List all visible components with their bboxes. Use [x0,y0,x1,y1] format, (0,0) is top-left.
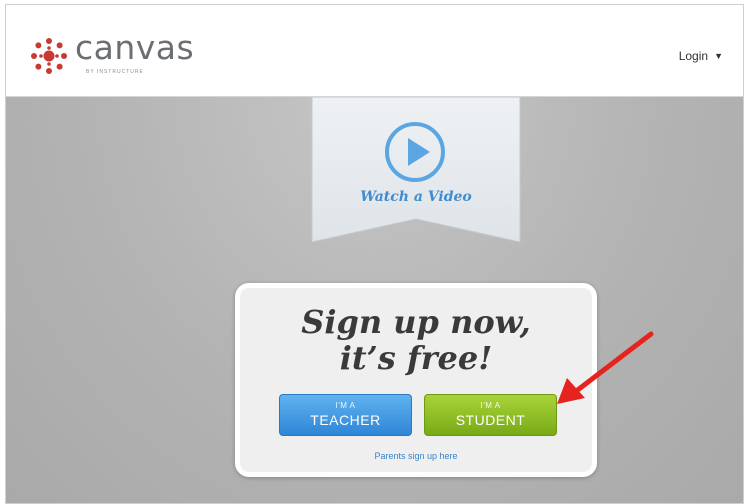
student-button-prefix: I'M A [480,401,501,410]
canvas-logo-icon[interactable] [30,37,68,75]
student-button-label: STUDENT [455,412,526,428]
signup-headline: Sign up now, it’s free! [240,304,592,376]
watch-video-label[interactable]: Watch a Video [310,189,522,205]
student-signup-button[interactable]: I'M A STUDENT [424,394,557,436]
headline-line-2: it’s free! [339,339,493,377]
hero-stage: Watch a Video Sign up now, it’s free! I'… [6,97,743,503]
logo-tagline: BY INSTRUCTURE [86,69,144,75]
logo-wordmark[interactable]: canvas [75,31,194,64]
watch-video-ribbon[interactable]: Watch a Video [310,97,522,244]
headline-line-1: Sign up now, [301,303,531,341]
browser-frame: canvas BY INSTRUCTURE Login ▼ Watch a Vi… [5,4,744,504]
signup-card: Sign up now, it’s free! I'M A TEACHER I'… [235,283,597,477]
teacher-signup-button[interactable]: I'M A TEACHER [279,394,412,436]
teacher-button-label: TEACHER [310,412,381,428]
play-circle-icon[interactable] [384,121,446,183]
annotation-arrow-icon [557,331,654,404]
caret-down-icon[interactable]: ▼ [714,51,723,61]
login-label[interactable]: Login [679,49,708,63]
site-header: canvas BY INSTRUCTURE Login ▼ [6,5,743,97]
teacher-button-prefix: I'M A [335,401,356,410]
parents-signup-link[interactable]: Parents sign up here [240,451,592,461]
login-menu[interactable]: Login ▼ [679,49,723,63]
